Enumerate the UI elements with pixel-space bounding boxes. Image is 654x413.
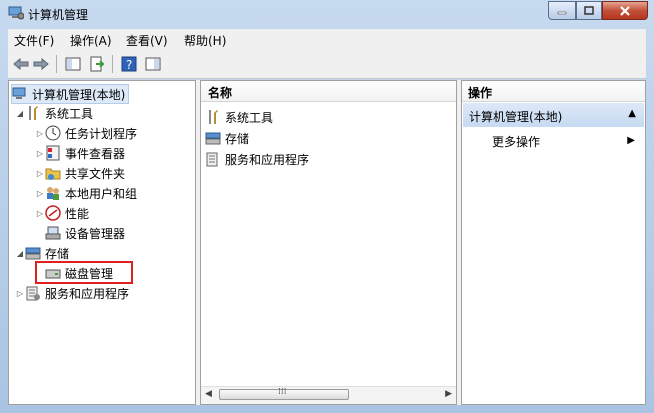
storage-icon bbox=[25, 245, 41, 261]
help-icon: ? bbox=[121, 56, 137, 72]
more-actions-item[interactable]: 更多操作 bbox=[492, 133, 540, 150]
tree-label-root: 计算机管理(本地) bbox=[32, 87, 126, 102]
performance-icon bbox=[45, 205, 61, 221]
export-list-button[interactable] bbox=[88, 55, 106, 73]
collapsed-arrow-icon[interactable]: ▷ bbox=[15, 288, 25, 298]
tree-label-storage: 存储 bbox=[45, 246, 70, 261]
svg-text:?: ? bbox=[126, 58, 132, 72]
action-pane-title: 操作 bbox=[468, 86, 493, 100]
back-arrow-icon bbox=[13, 57, 29, 71]
collapsed-arrow-icon[interactable]: ▷ bbox=[35, 208, 45, 218]
tree-item-event-viewer[interactable]: ▷ 事件查看器 bbox=[35, 144, 125, 162]
tree-item-task-scheduler[interactable]: ▷ 任务计划程序 bbox=[35, 124, 137, 142]
computer-management-icon bbox=[12, 86, 28, 102]
tree-label-local-users: 本地用户和组 bbox=[65, 186, 138, 201]
tree-item-root[interactable]: 计算机管理(本地) bbox=[11, 84, 130, 104]
show-hide-tree-button[interactable] bbox=[64, 55, 82, 73]
shared-folder-icon bbox=[45, 165, 61, 181]
column-header-name[interactable]: 名称 bbox=[201, 81, 456, 102]
window-title: 计算机管理 bbox=[28, 8, 89, 22]
forward-arrow-icon bbox=[33, 57, 49, 71]
tree-label-event-viewer: 事件查看器 bbox=[65, 146, 126, 161]
tree-label-shared-folders: 共享文件夹 bbox=[65, 166, 126, 181]
maximize-icon bbox=[584, 5, 594, 15]
title-bar[interactable]: 计算机管理 bbox=[0, 0, 654, 28]
tree-label-services: 服务和应用程序 bbox=[45, 286, 130, 301]
horizontal-scrollbar[interactable]: ◀ ⁞⁞⁞ ▶ bbox=[201, 386, 456, 404]
collapse-up-icon[interactable]: ▲ bbox=[628, 108, 636, 119]
services-icon bbox=[205, 151, 221, 167]
menu-file[interactable]: 文件(F) bbox=[14, 32, 54, 49]
action-pane-icon bbox=[145, 57, 161, 71]
users-icon bbox=[45, 185, 61, 201]
tools-icon bbox=[25, 105, 41, 121]
tree-item-services[interactable]: ▷ 服务和应用程序 bbox=[15, 284, 129, 302]
action-group-title: 计算机管理(本地) bbox=[469, 110, 563, 124]
toolbar: ? bbox=[8, 49, 646, 79]
list-item-label: 存储 bbox=[225, 131, 250, 146]
close-button[interactable] bbox=[602, 1, 648, 20]
minimize-button[interactable] bbox=[548, 1, 576, 20]
tools-icon bbox=[205, 109, 221, 125]
minimize-icon bbox=[557, 11, 567, 14]
action-group-header[interactable]: 计算机管理(本地) ▲ bbox=[463, 103, 644, 127]
clock-icon bbox=[45, 125, 61, 141]
toolbar-separator bbox=[56, 55, 57, 73]
menu-bar: 文件(F) 操作(A) 查看(V) 帮助(H) bbox=[8, 29, 646, 49]
tree-item-local-users[interactable]: ▷ 本地用户和组 bbox=[35, 184, 137, 202]
list-item-system-tools[interactable]: 系统工具 bbox=[205, 108, 273, 126]
help-button[interactable]: ? bbox=[120, 55, 138, 73]
submenu-arrow-icon: ▶ bbox=[627, 135, 635, 146]
list-item-storage[interactable]: 存储 bbox=[205, 129, 249, 147]
scroll-left-icon[interactable]: ◀ bbox=[205, 389, 212, 399]
maximize-button[interactable] bbox=[576, 1, 602, 20]
device-manager-icon bbox=[45, 225, 61, 241]
more-actions-label: 更多操作 bbox=[492, 135, 541, 149]
disk-management-highlight-box bbox=[35, 261, 133, 284]
tree-item-storage[interactable]: ◢ 存储 bbox=[15, 244, 69, 262]
menu-view[interactable]: 查看(V) bbox=[126, 32, 168, 49]
back-button[interactable] bbox=[12, 55, 30, 73]
tree-label-performance: 性能 bbox=[65, 206, 90, 221]
computer-management-icon bbox=[8, 6, 24, 20]
column-header-label: 名称 bbox=[208, 86, 233, 100]
list-item-label: 服务和应用程序 bbox=[225, 152, 310, 167]
show-action-pane-button[interactable] bbox=[144, 55, 162, 73]
collapsed-arrow-icon[interactable]: ▷ bbox=[35, 168, 45, 178]
expanded-arrow-icon[interactable]: ◢ bbox=[15, 248, 25, 258]
tree-label-device-manager: 设备管理器 bbox=[65, 226, 126, 241]
tree-item-device-manager[interactable]: 设备管理器 bbox=[45, 224, 125, 242]
action-pane: 操作 计算机管理(本地) ▲ 更多操作 ▶ bbox=[461, 80, 646, 405]
services-icon bbox=[25, 285, 41, 301]
scroll-right-icon[interactable]: ▶ bbox=[445, 389, 452, 399]
tree-item-system-tools[interactable]: ◢ 系统工具 bbox=[15, 104, 93, 122]
list-item-services[interactable]: 服务和应用程序 bbox=[205, 150, 309, 168]
tree-label-system-tools: 系统工具 bbox=[45, 106, 94, 121]
list-pane: 名称 系统工具 存储 服务和应用程序 ◀ ⁞⁞⁞ ▶ bbox=[200, 80, 457, 405]
toolbar-separator bbox=[112, 55, 113, 73]
menu-help[interactable]: 帮助(H) bbox=[184, 32, 226, 49]
collapsed-arrow-icon[interactable]: ▷ bbox=[35, 188, 45, 198]
window: 计算机管理 文件(F) 操作(A) 查看(V) 帮助(H) ? 计算机管理(本地… bbox=[0, 0, 654, 413]
export-list-icon bbox=[90, 56, 105, 72]
list-item-label: 系统工具 bbox=[225, 110, 274, 125]
tree-item-performance[interactable]: ▷ 性能 bbox=[35, 204, 89, 222]
collapsed-arrow-icon[interactable]: ▷ bbox=[35, 148, 45, 158]
forward-button[interactable] bbox=[32, 55, 50, 73]
console-tree-icon bbox=[65, 57, 81, 71]
action-pane-header: 操作 bbox=[462, 81, 645, 102]
grip-icon: ⁞⁞⁞ bbox=[278, 387, 287, 397]
tree-item-shared-folders[interactable]: ▷ 共享文件夹 bbox=[35, 164, 125, 182]
event-viewer-icon bbox=[45, 145, 61, 161]
console-tree-pane: 计算机管理(本地) ◢ 系统工具 ▷ 任务计划程序 ▷ 事件查看器 ▷ 共享文件… bbox=[8, 80, 196, 405]
close-icon bbox=[620, 5, 630, 16]
collapsed-arrow-icon[interactable]: ▷ bbox=[35, 128, 45, 138]
expanded-arrow-icon[interactable]: ◢ bbox=[15, 108, 25, 118]
storage-icon bbox=[205, 130, 221, 146]
tree-label-task-scheduler: 任务计划程序 bbox=[65, 126, 138, 141]
menu-action[interactable]: 操作(A) bbox=[70, 32, 112, 49]
scroll-thumb[interactable]: ⁞⁞⁞ bbox=[219, 387, 349, 400]
content-area: 计算机管理(本地) ◢ 系统工具 ▷ 任务计划程序 ▷ 事件查看器 ▷ 共享文件… bbox=[8, 80, 646, 405]
